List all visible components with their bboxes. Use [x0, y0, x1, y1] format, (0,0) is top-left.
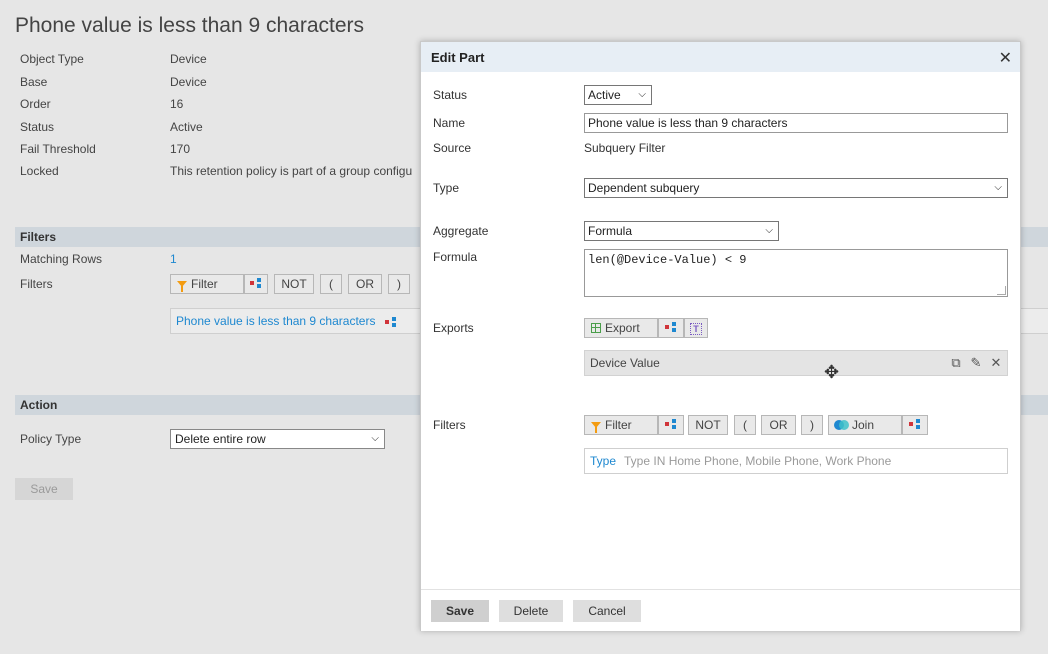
aggregate-select[interactable]: Formula ⌵	[584, 221, 779, 241]
property-label: Object Type	[20, 52, 84, 66]
property-value: Device	[170, 75, 207, 89]
rule-field-link[interactable]: Type	[590, 454, 616, 468]
property-label: Status	[20, 120, 55, 134]
dialog-header[interactable]: Edit Part ✕	[421, 42, 1020, 72]
table-icon	[591, 323, 601, 333]
tree-icon	[909, 419, 921, 429]
status-label: Status	[433, 88, 468, 102]
status-select[interactable]: Active ⌵	[584, 85, 652, 105]
filter-tree-button[interactable]	[658, 415, 684, 435]
filter-rule-item[interactable]: Type Type IN Home Phone, Mobile Phone, Wo…	[584, 448, 1008, 474]
close-icon[interactable]: ✕	[989, 356, 1003, 370]
bg-filter-button[interactable]: Filter	[170, 274, 244, 294]
property-value: This retention policy is part of a group…	[170, 164, 413, 178]
copy-icon[interactable]: ⧉	[949, 356, 963, 370]
property-value: Active	[170, 120, 203, 134]
property-label: Fail Threshold	[20, 142, 96, 156]
formula-value: len(@Device-Value) < 9	[588, 253, 747, 267]
text-export-button[interactable]: T	[684, 318, 708, 338]
property-label: Locked	[20, 164, 59, 178]
join-button[interactable]: Join	[828, 415, 902, 435]
text-field-icon: T	[690, 323, 702, 335]
edit-icon[interactable]: ✎	[969, 356, 983, 370]
filter-icon	[591, 422, 601, 433]
tree-icon	[665, 419, 677, 429]
status-value: Active	[588, 88, 621, 102]
bg-open-paren-button[interactable]: (	[320, 274, 342, 294]
tree-icon	[250, 278, 262, 288]
not-button[interactable]: NOT	[688, 415, 728, 435]
type-value: Dependent subquery	[588, 181, 700, 195]
chevron-down-icon: ⌵	[371, 433, 379, 444]
exports-label: Exports	[433, 321, 474, 335]
source-label: Source	[433, 141, 472, 155]
export-button[interactable]: Export	[584, 318, 658, 338]
export-item: Device Value ⧉ ✎ ✕	[584, 350, 1008, 376]
page-title: Phone value is less than 9 characters	[15, 14, 365, 37]
export-label: Export	[605, 321, 640, 335]
bg-save-button[interactable]: Save	[15, 478, 73, 500]
save-button[interactable]: Save	[431, 600, 489, 622]
join-label: Join	[852, 418, 875, 432]
property-value: 16	[170, 97, 184, 111]
join-tree-button[interactable]	[902, 415, 928, 435]
export-item-label: Device Value	[590, 356, 660, 370]
type-label: Type	[433, 181, 460, 195]
move-cursor-icon: ✥	[824, 362, 840, 382]
property-value: Device	[170, 52, 207, 66]
dialog-title: Edit Part	[431, 50, 485, 65]
chevron-down-icon: ⌵	[765, 225, 773, 236]
property-label: Order	[20, 97, 51, 111]
bg-not-button[interactable]: NOT	[274, 274, 314, 294]
resize-handle[interactable]	[997, 286, 1006, 295]
rule-text: Type IN Home Phone, Mobile Phone, Work P…	[624, 454, 892, 468]
policy-type-value: Delete entire row	[175, 432, 266, 446]
property-label: Base	[20, 75, 48, 89]
source-value: Subquery Filter	[584, 141, 666, 155]
filters-label: Filters	[433, 418, 466, 432]
filter-icon	[177, 281, 187, 292]
filters-label: Filters	[20, 277, 53, 291]
bg-filter-item-link[interactable]: Phone value is less than 9 characters	[176, 314, 375, 328]
tree-icon[interactable]	[384, 316, 397, 327]
policy-type-label: Policy Type	[20, 432, 82, 446]
bg-close-paren-button[interactable]: )	[388, 274, 410, 294]
dialog-footer: Save Delete Cancel	[421, 589, 1020, 631]
chevron-down-icon: ⌵	[638, 89, 646, 100]
formula-label: Formula	[433, 250, 478, 264]
join-icon	[834, 419, 849, 430]
aggregate-label: Aggregate	[433, 224, 489, 238]
cancel-button[interactable]: Cancel	[573, 600, 641, 622]
open-paren-button[interactable]: (	[734, 415, 756, 435]
matching-rows-link[interactable]: 1	[170, 250, 177, 268]
bg-filter-tree-button[interactable]	[244, 274, 268, 294]
edit-part-dialog: Edit Part ✕ Status Active ⌵ Name Phone v…	[420, 41, 1021, 631]
bg-or-button[interactable]: OR	[348, 274, 382, 294]
aggregate-value: Formula	[588, 224, 633, 238]
close-paren-button[interactable]: )	[801, 415, 823, 435]
property-value: 170	[170, 142, 191, 156]
policy-type-select[interactable]: Delete entire row ⌵	[170, 429, 385, 449]
filter-button[interactable]: Filter	[584, 415, 658, 435]
formula-textarea[interactable]: len(@Device-Value) < 9	[584, 249, 1008, 297]
type-select[interactable]: Dependent subquery ⌵	[584, 178, 1008, 198]
name-input[interactable]: Phone value is less than 9 characters	[584, 113, 1008, 133]
bg-filter-label: Filter	[191, 277, 218, 291]
filter-label: Filter	[605, 418, 632, 432]
close-icon[interactable]: ✕	[999, 48, 1012, 68]
export-tree-button[interactable]	[658, 318, 684, 338]
matching-rows-label: Matching Rows	[20, 252, 103, 266]
tree-icon	[665, 322, 677, 332]
delete-button[interactable]: Delete	[499, 600, 563, 622]
or-button[interactable]: OR	[761, 415, 796, 435]
name-label: Name	[433, 116, 466, 130]
chevron-down-icon: ⌵	[994, 182, 1002, 193]
